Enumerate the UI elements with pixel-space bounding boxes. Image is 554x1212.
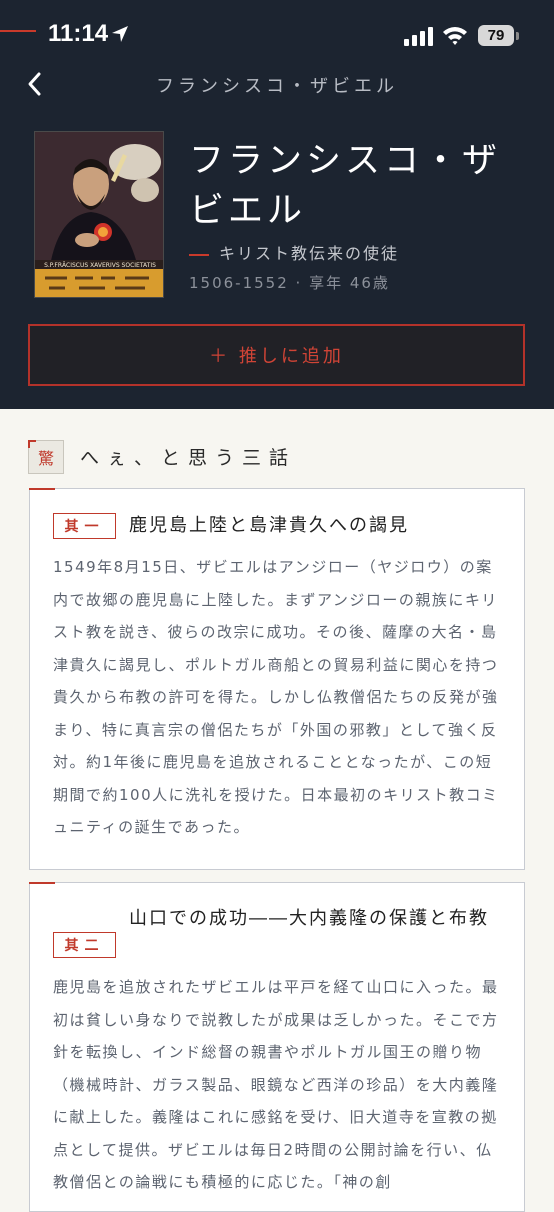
section-kanji-badge: 驚 [28,440,64,474]
status-bar: 11:14 79 [0,0,554,70]
cellular-signal-icon [404,27,433,46]
wifi-icon [443,27,467,45]
story-card: 其一 鹿児島上陸と島津貴久への謁見 1549年8月15日、ザビエルはアンジロー（… [29,488,525,870]
story-heading: 山口での成功――大内義隆の保護と布教 [129,908,489,929]
person-subtitle: キリスト教伝来の使徒 [189,240,399,264]
portrait-inscription: S.P.FRĀCISCUS XAVERIVS SOCIETATIS [44,262,156,269]
status-accent-line [0,30,36,32]
card-accent [29,882,55,884]
location-arrow-icon [112,26,128,42]
portrait-image: S.P.FRĀCISCUS XAVERIVS SOCIETATIS [34,131,164,298]
subtitle-dash [189,253,209,256]
story-number-badge: 其一 [53,513,116,539]
card-accent [29,488,55,490]
section-title: へぇ、と思う三話 [80,447,297,469]
subtitle-text: キリスト教伝来の使徒 [219,244,400,263]
add-oshi-button[interactable]: ＋ 推しに追加 [28,324,525,386]
battery-cap [516,32,519,40]
person-name: フランシスコ・ザビエル [189,141,502,231]
story-heading: 鹿児島上陸と島津貴久への謁見 [129,515,409,536]
story-number-badge: 其二 [53,932,116,958]
status-time: 11:14 [48,20,109,47]
story-card: 山口での成功――大内義隆の保護と布教 其二 鹿児島を追放されたザビエルは平戸を経… [29,882,525,1212]
story-body: 鹿児島を追放されたザビエルは平戸を経て山口に入った。最初は貧しい身なりで説教した… [53,978,499,1191]
battery-indicator: 79 [478,25,514,46]
story-body: 1549年8月15日、ザビエルはアンジロー（ヤジロウ）の案内で故郷の鹿児島に上陸… [53,558,499,836]
profile-header: 11:14 79 フランシスコ・ザビエル S.P.FRĀCISCUS XAVER… [0,0,554,409]
nav-title: フランシスコ・ザビエル [156,76,398,97]
person-lifespan: 1506-1552 · 享年 46歳 [189,274,390,292]
nav-bar: フランシスコ・ザビエル [0,62,554,106]
